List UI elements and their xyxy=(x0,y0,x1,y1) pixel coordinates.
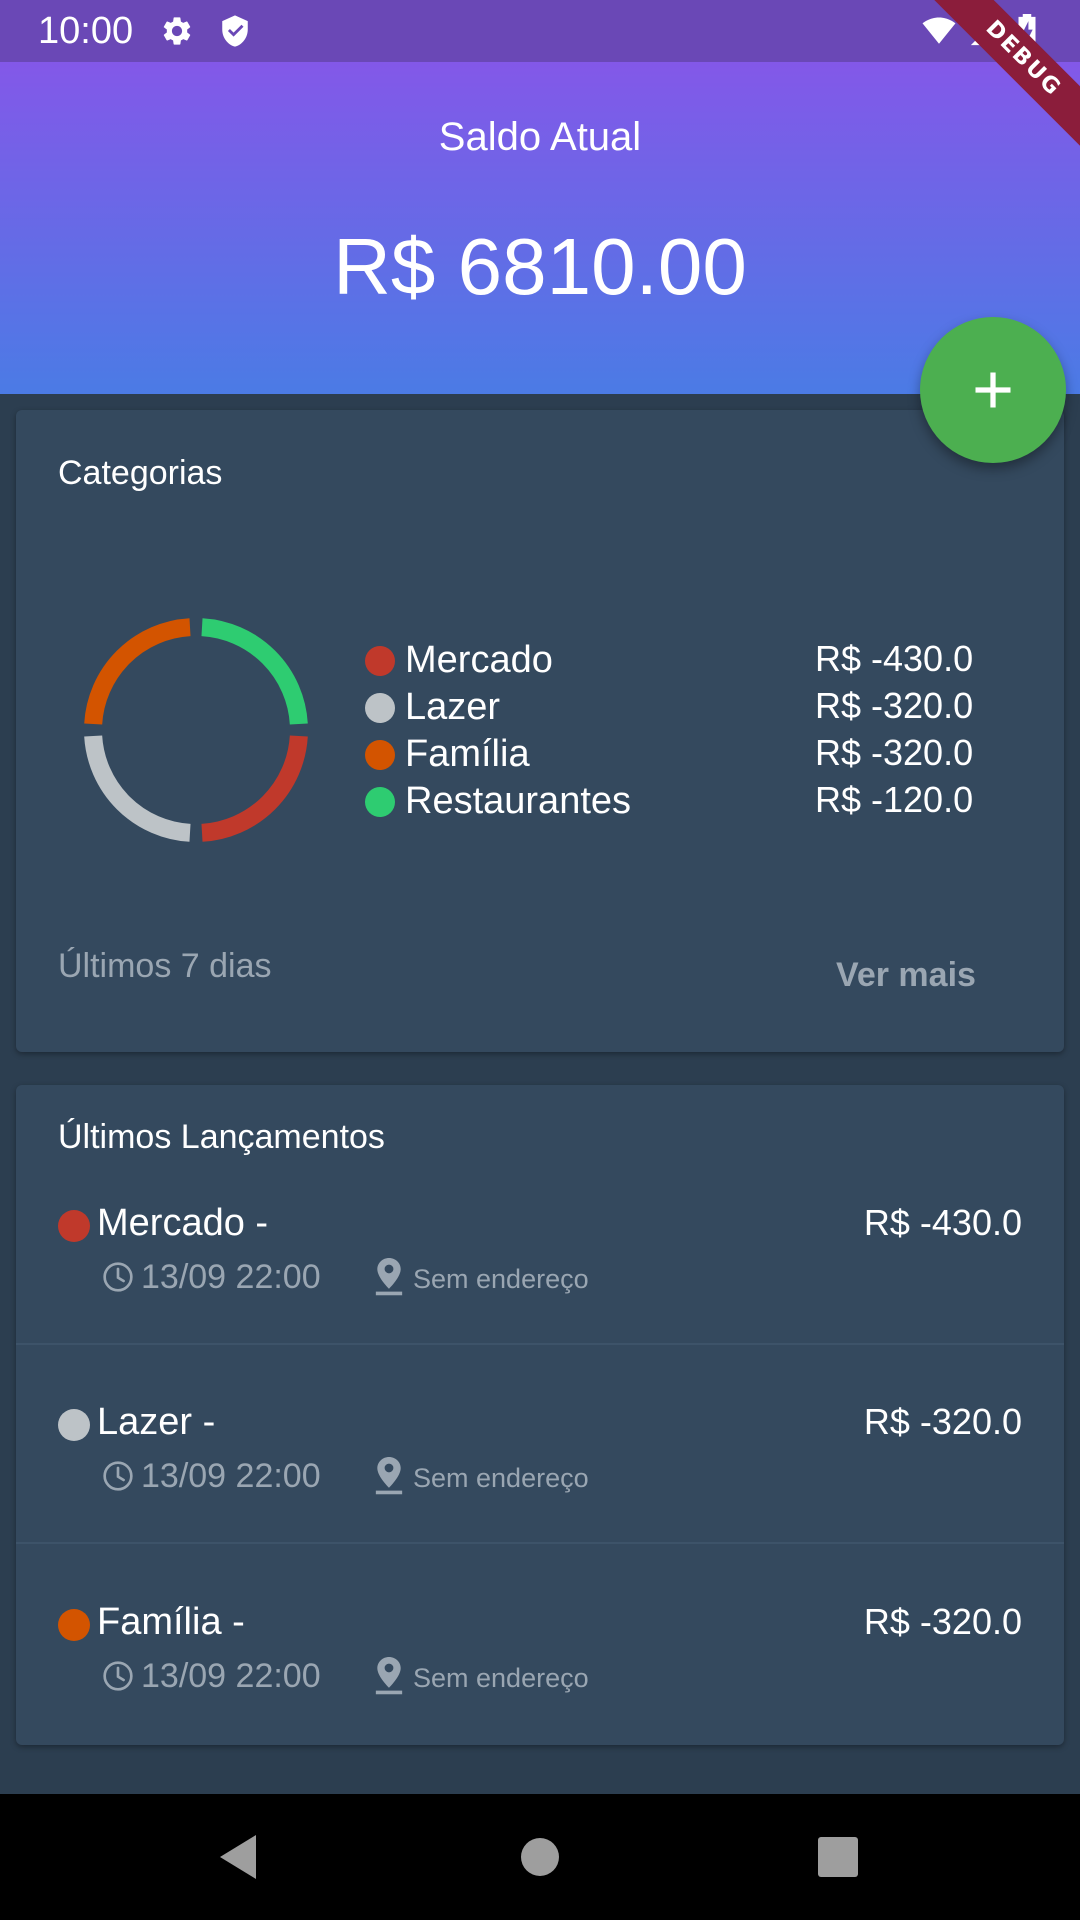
legend-label: Mercado xyxy=(405,639,553,681)
balance-label: Saldo Atual xyxy=(438,115,642,159)
legend-item-restaurantes: Restaurantes R$ -120.0 xyxy=(365,778,1005,824)
entry-amount: R$ -430.0 xyxy=(863,1202,1022,1243)
legend-value: R$ -320.0 xyxy=(815,732,974,773)
legend-dot xyxy=(365,787,395,817)
location-pin-icon xyxy=(374,1657,404,1695)
status-time: 10:00 xyxy=(38,10,134,52)
category-dot xyxy=(58,1609,90,1641)
battery-charging-icon xyxy=(1014,14,1040,48)
location-pin-icon xyxy=(374,1258,404,1296)
entry-amount: R$ -320.0 xyxy=(863,1401,1022,1442)
entry-date: 13/09 22:00 xyxy=(141,1457,321,1495)
legend-value: R$ -320.0 xyxy=(815,685,974,726)
balance-header: Saldo Atual R$ 6810.00 xyxy=(0,62,1080,394)
settings-icon xyxy=(160,14,194,48)
legend-dot xyxy=(365,646,395,676)
navigation-bar xyxy=(0,1794,1080,1920)
legend-item-familia: Família R$ -320.0 xyxy=(365,731,1005,777)
balance-amount: R$ 6810.00 xyxy=(333,222,747,311)
legend-item-mercado: Mercado R$ -430.0 xyxy=(365,637,1005,683)
entry-row[interactable]: Mercado - R$ -430.0 13/09 22:00 Sem ende… xyxy=(16,1178,1064,1378)
legend-dot xyxy=(365,740,395,770)
categories-donut-chart xyxy=(76,610,316,850)
legend-label: Lazer xyxy=(405,686,501,728)
back-icon[interactable] xyxy=(208,1827,268,1887)
divider xyxy=(16,1343,1064,1345)
entry-title: Família - xyxy=(97,1601,245,1643)
categories-card: Categorias Mercado R$ -430.0 Lazer R$ -3… xyxy=(16,410,1064,1052)
entry-date: 13/09 22:00 xyxy=(141,1258,321,1296)
entry-title: Lazer - xyxy=(97,1401,216,1443)
legend-item-lazer: Lazer R$ -320.0 xyxy=(365,684,1005,730)
categories-title: Categorias xyxy=(58,454,223,492)
entry-address: Sem endereço xyxy=(413,1663,589,1693)
shield-icon xyxy=(218,14,252,48)
plus-icon xyxy=(975,372,1011,408)
entry-date: 13/09 22:00 xyxy=(141,1657,321,1695)
home-icon[interactable] xyxy=(510,1827,570,1887)
clock-icon xyxy=(102,1261,134,1293)
clock-icon xyxy=(102,1460,134,1492)
entry-amount: R$ -320.0 xyxy=(863,1601,1022,1642)
entry-address: Sem endereço xyxy=(413,1463,589,1493)
entry-title: Mercado - xyxy=(97,1202,269,1244)
entry-row[interactable]: Lazer - R$ -320.0 13/09 22:00 Sem endere… xyxy=(16,1377,1064,1577)
location-pin-icon xyxy=(374,1457,404,1495)
signal-icon xyxy=(968,14,1002,48)
see-more-button[interactable]: Ver mais xyxy=(796,945,1016,1005)
recent-entries-card: Últimos Lançamentos Mercado - R$ -430.0 … xyxy=(16,1085,1064,1745)
donut-segment-familia xyxy=(84,618,191,725)
status-bar: 10:00 xyxy=(0,0,1080,62)
recents-icon[interactable] xyxy=(808,1827,868,1887)
entry-row[interactable]: Família - R$ -320.0 13/09 22:00 Sem ende… xyxy=(16,1577,1064,1777)
donut-segment-mercado xyxy=(201,735,308,842)
add-entry-button[interactable] xyxy=(920,317,1066,463)
category-dot xyxy=(58,1210,90,1242)
category-dot xyxy=(58,1409,90,1441)
entry-address: Sem endereço xyxy=(413,1264,589,1294)
legend-value: R$ -120.0 xyxy=(815,779,974,820)
clock-icon xyxy=(102,1660,134,1692)
legend-label: Família xyxy=(405,733,530,775)
legend-dot xyxy=(365,693,395,723)
legend-value: R$ -430.0 xyxy=(815,638,974,679)
wifi-icon xyxy=(922,14,956,48)
recent-entries-title: Últimos Lançamentos xyxy=(58,1118,385,1156)
donut-segment-restaurantes xyxy=(201,618,308,725)
divider xyxy=(16,1542,1064,1544)
period-label: Últimos 7 dias xyxy=(58,947,272,985)
legend-label: Restaurantes xyxy=(405,780,632,822)
donut-segment-lazer xyxy=(84,735,191,842)
